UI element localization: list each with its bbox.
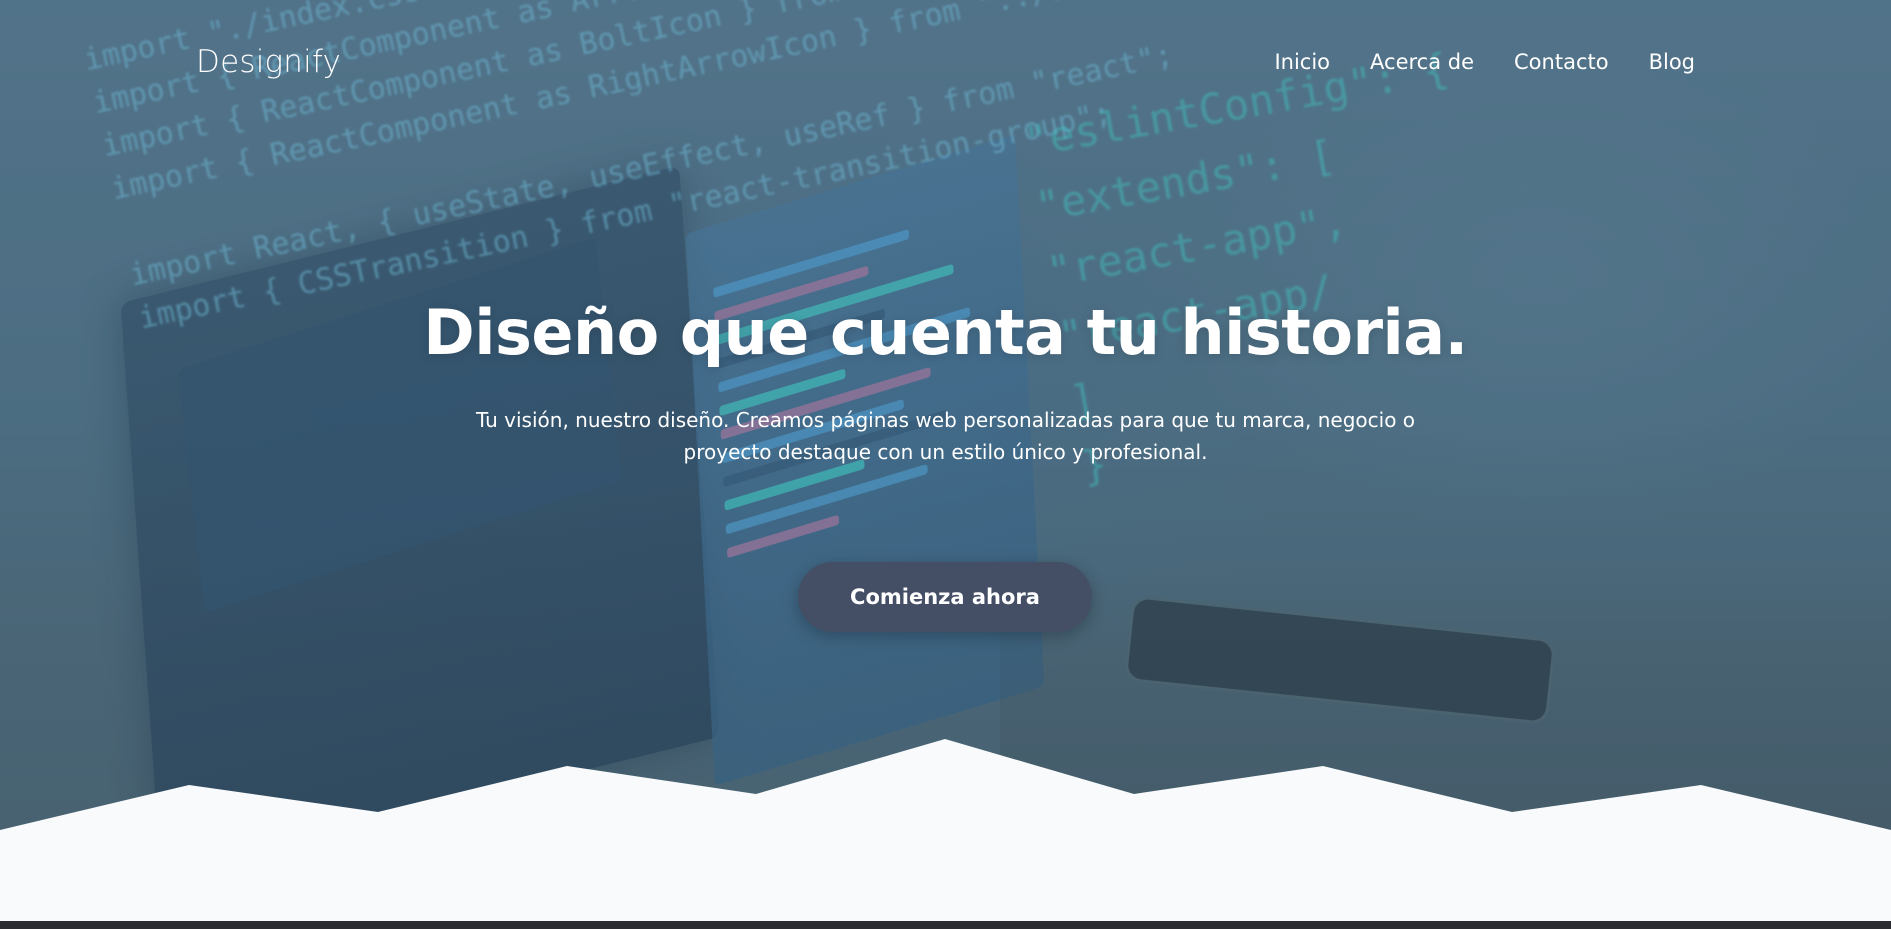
window-bottom-edge bbox=[0, 921, 1891, 929]
mountain-wave-divider bbox=[0, 739, 1891, 921]
hero-section: import "./index.css"; import { ReactComp… bbox=[0, 0, 1891, 921]
wave-shape bbox=[0, 739, 1891, 921]
